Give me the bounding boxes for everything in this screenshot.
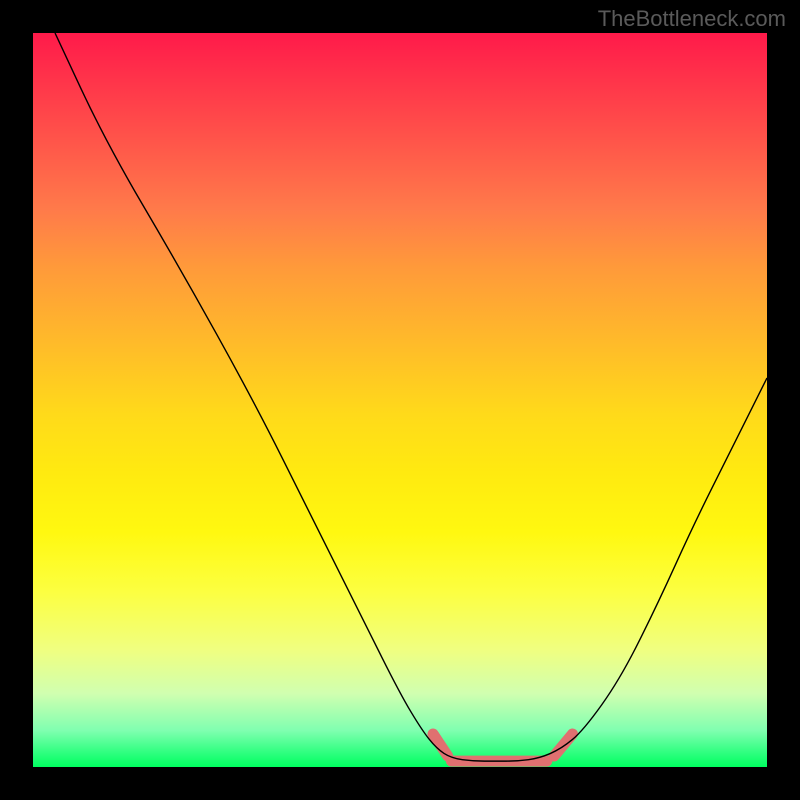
chart-gradient-background xyxy=(33,33,767,767)
highlight-group xyxy=(433,734,572,761)
highlight-right-tick xyxy=(554,734,572,756)
chart-svg xyxy=(33,33,767,767)
watermark-text: TheBottleneck.com xyxy=(598,6,786,32)
curve-line xyxy=(55,33,767,761)
highlight-left-tick xyxy=(433,734,448,756)
